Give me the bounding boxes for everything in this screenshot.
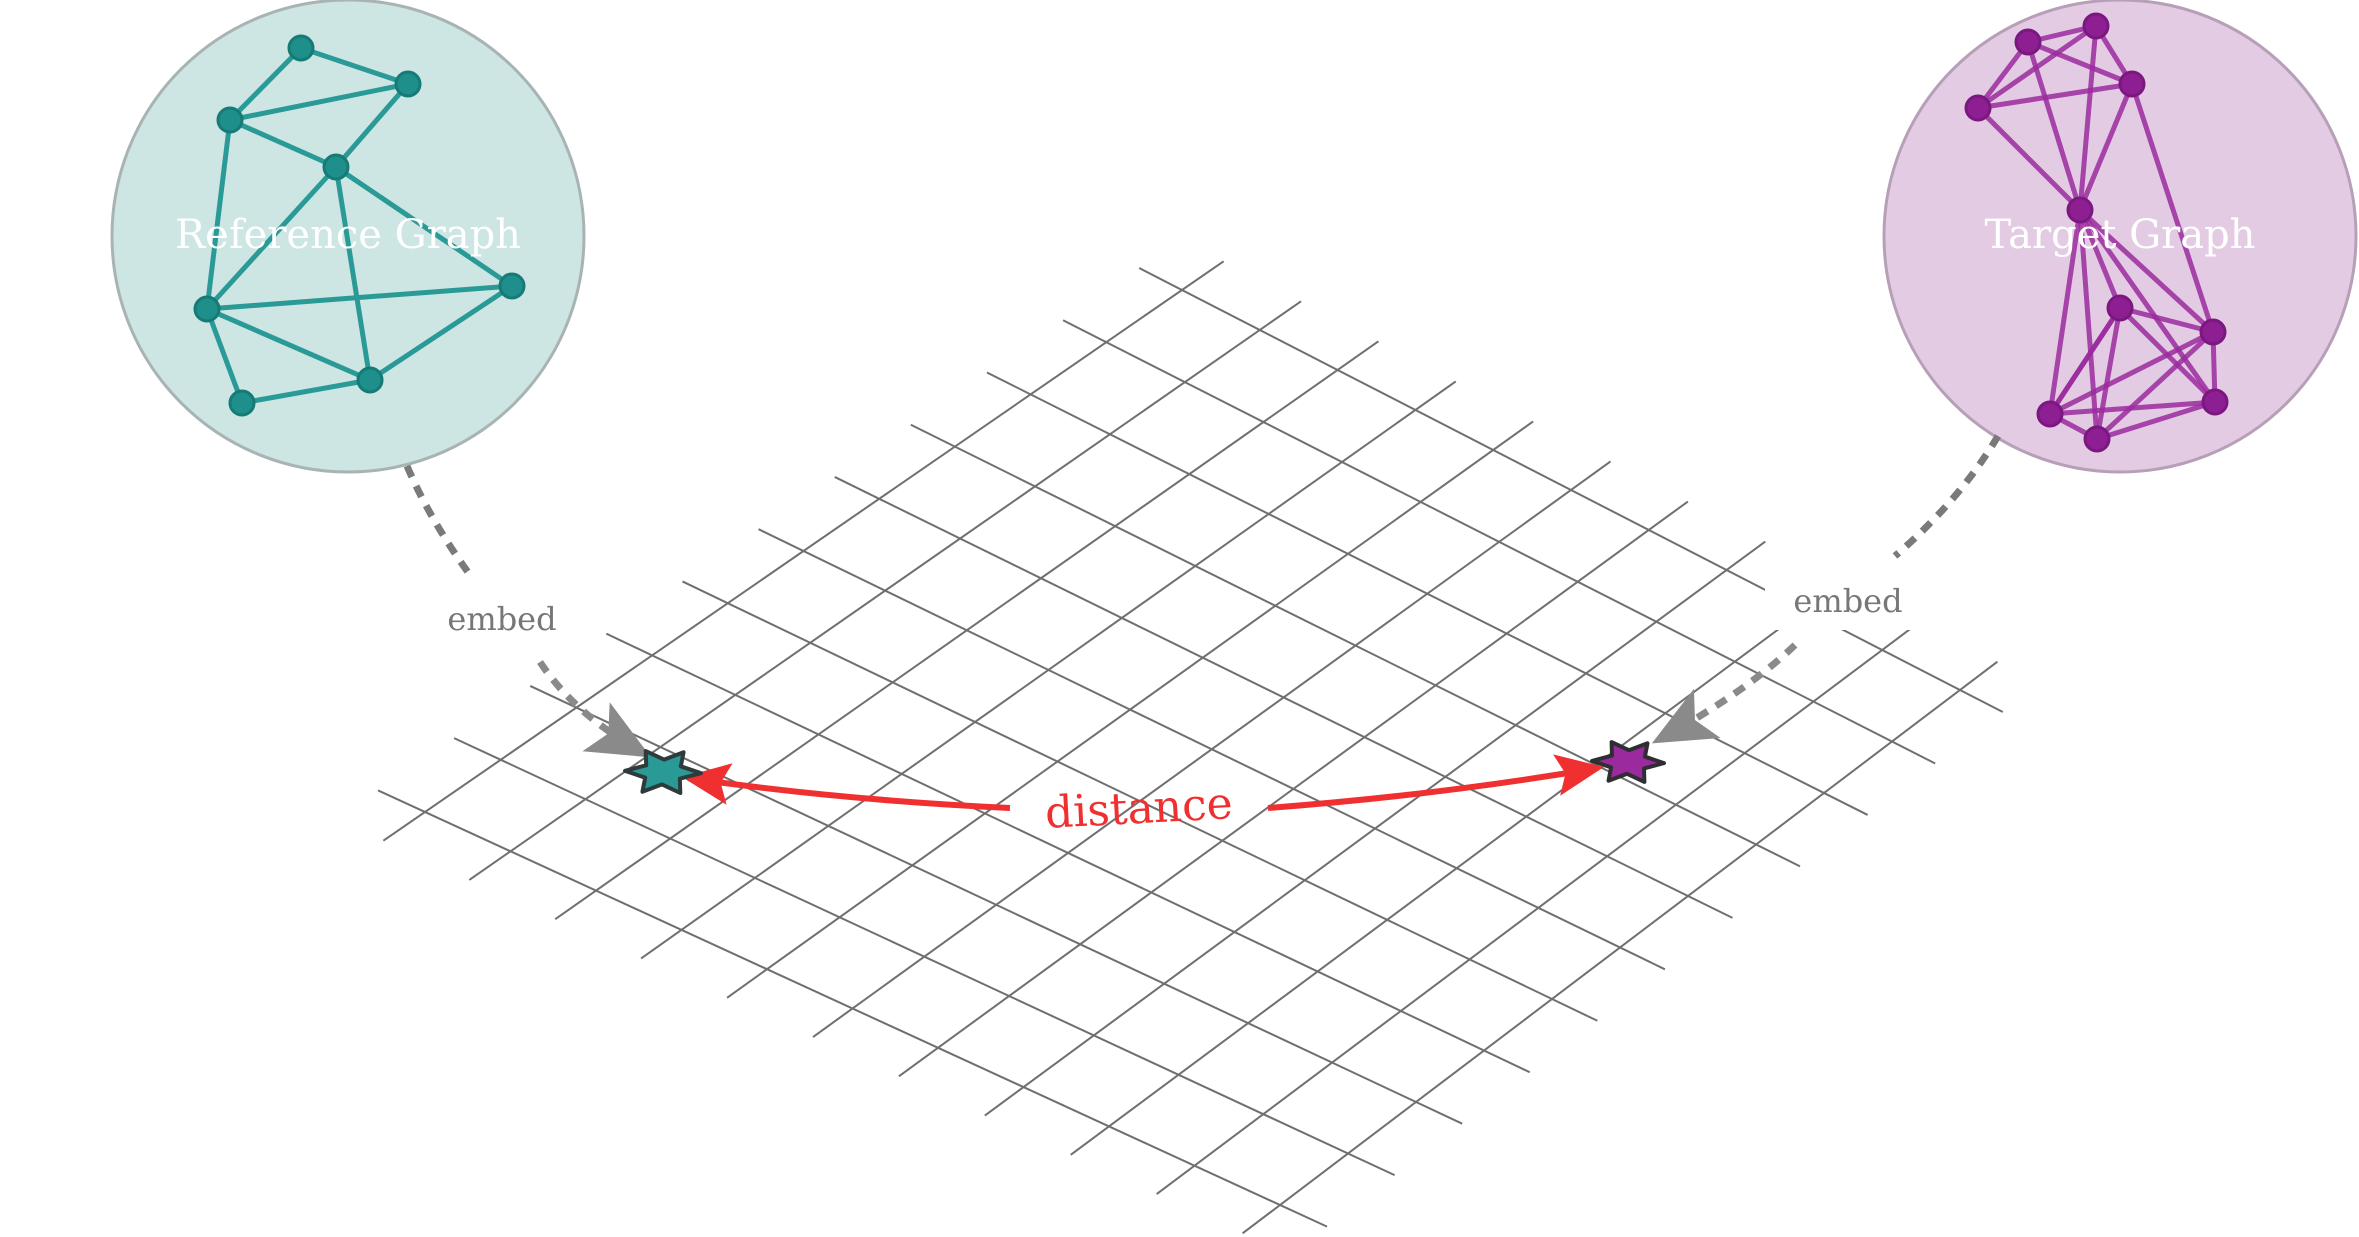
embed-label-left: embed xyxy=(447,600,556,638)
distance-label: distance xyxy=(1044,778,1234,839)
reference-node xyxy=(216,106,244,134)
grid-line xyxy=(554,340,1379,921)
reference-graph: Reference Graph xyxy=(110,0,586,474)
grid-line xyxy=(726,420,1534,999)
embed-arrow-right-lower xyxy=(1651,642,1798,744)
embed-arrow-right: embed xyxy=(1651,434,2002,744)
target-node xyxy=(2083,425,2111,453)
embedding-plane-grid xyxy=(377,260,2004,1235)
target-node xyxy=(1964,94,1992,122)
target-graph: Target Graph xyxy=(1882,0,2358,474)
target-node xyxy=(2106,294,2134,322)
reference-node xyxy=(193,295,221,323)
target-node xyxy=(2014,28,2042,56)
reference-node xyxy=(287,34,315,62)
reference-node xyxy=(394,70,422,98)
reference-node xyxy=(498,272,526,300)
embed-label-right: embed xyxy=(1793,582,1902,620)
target-node xyxy=(2082,12,2110,40)
reference-node xyxy=(356,366,384,394)
target-embedding-star xyxy=(1590,740,1666,784)
embed-arrow-left-lower xyxy=(537,660,652,758)
grid-line xyxy=(640,380,1457,960)
target-node xyxy=(2199,318,2227,346)
grid-line xyxy=(1070,580,1844,1156)
target-graph-label: Target Graph xyxy=(1985,212,2256,258)
embed-arrow-left: embed xyxy=(403,464,652,758)
distance-arrow-right xyxy=(1267,754,1604,811)
target-node xyxy=(2036,400,2064,428)
reference-embedding-star xyxy=(623,749,703,795)
reference-node xyxy=(228,389,256,417)
reference-graph-label: Reference Graph xyxy=(175,212,521,258)
embed-arrow-right-upper xyxy=(1892,434,2002,559)
target-node xyxy=(2118,70,2146,98)
grid-line xyxy=(812,460,1612,1038)
target-node xyxy=(2201,388,2229,416)
embedding-diagram: Reference Graph Target Graph embed embed… xyxy=(110,0,2358,1235)
embed-arrow-left-upper xyxy=(403,464,473,578)
reference-node xyxy=(322,153,350,181)
